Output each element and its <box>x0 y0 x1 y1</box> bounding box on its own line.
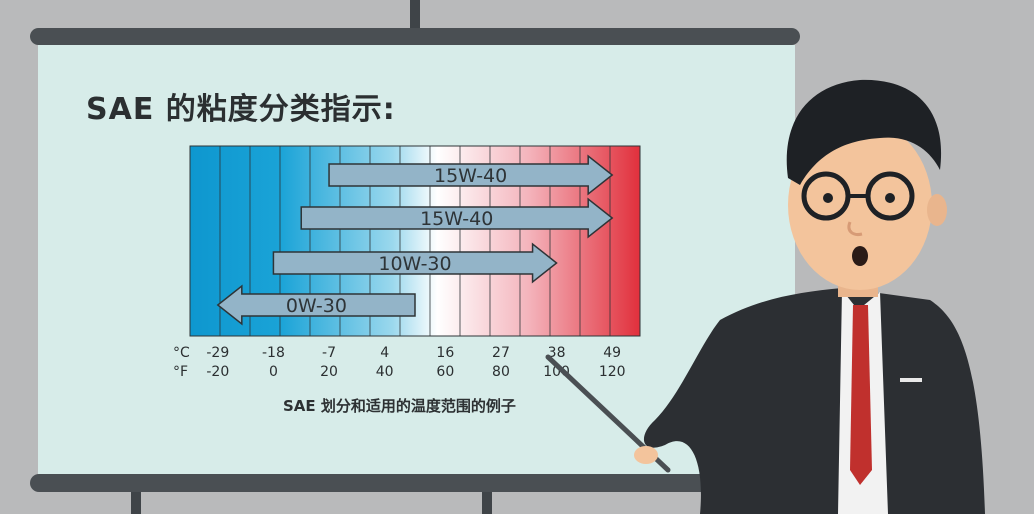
right-eye <box>885 193 895 203</box>
presenter-ear <box>927 194 947 226</box>
presenter-mouth <box>852 246 868 266</box>
presenter-pocket <box>900 378 922 382</box>
left-eye <box>823 193 833 203</box>
presenter-hand <box>634 446 658 464</box>
presenter-suit <box>643 288 985 514</box>
presenter-illustration <box>545 79 985 514</box>
